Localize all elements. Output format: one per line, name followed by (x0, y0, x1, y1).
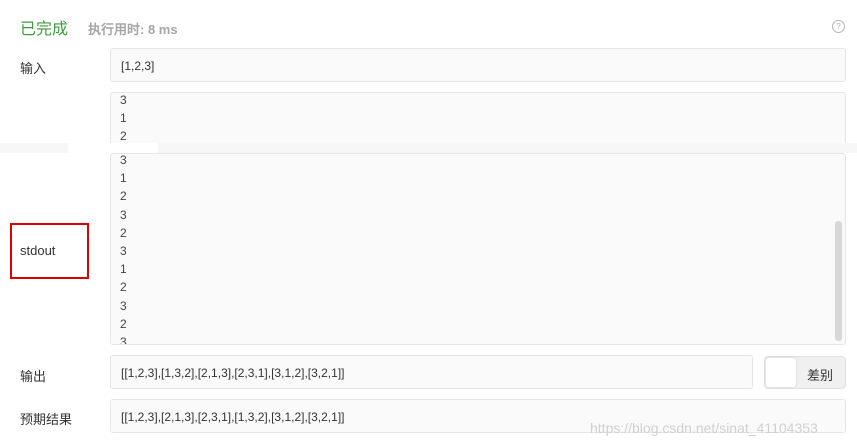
diff-toggle[interactable]: 差别 (764, 356, 846, 389)
stdout-line: 3 (120, 244, 127, 259)
stdout-line: 1 (120, 171, 127, 186)
stdout-lines: 3 1 2 3 2 3 1 2 3 2 3 (120, 153, 127, 345)
stdout-box-top[interactable]: 3 1 2 (110, 92, 846, 144)
stdout-line: 2 (120, 280, 127, 295)
stdout-label: stdout (20, 243, 56, 258)
stdout-box[interactable]: 3 1 2 3 2 3 1 2 3 2 3 (110, 153, 846, 345)
watermark: https://blog.csdn.net/sinat_41104353 (590, 420, 818, 436)
input-label: 输入 (20, 61, 47, 76)
expected-label: 预期结果 (20, 412, 73, 427)
stdout-line: 3 (120, 335, 127, 345)
stdout-line: 2 (120, 316, 127, 331)
stdout-line: 1 (120, 262, 127, 277)
stdout-lines-top: 3 1 2 (120, 91, 127, 146)
question-circle-icon[interactable]: ? (832, 20, 845, 33)
input-value: [1,2,3] (121, 59, 155, 73)
expected-value: [[1,2,3],[2,1,3],[2,3,1],[1,3,2],[3,1,2]… (121, 410, 345, 424)
input-field[interactable]: [1,2,3] (110, 48, 846, 82)
stdout-line: 3 (120, 153, 127, 167)
section-separator (0, 143, 857, 153)
output-value: [[1,2,3],[1,3,2],[2,1,3],[2,3,1],[3,1,2]… (121, 366, 345, 380)
stdout-line: 3 (120, 207, 127, 222)
stdout-line: 3 (120, 298, 127, 313)
stdout-line: 1 (120, 111, 127, 126)
status-text: 已完成 (20, 21, 69, 38)
diff-switch-knob[interactable] (766, 358, 796, 387)
stdout-line: 2 (120, 189, 127, 204)
output-label: 输出 (20, 369, 47, 384)
stdout-line: 2 (120, 225, 127, 240)
stdout-line: 3 (120, 93, 127, 107)
stdout-scrollbar[interactable] (835, 221, 842, 341)
diff-label: 差别 (807, 368, 834, 383)
runtime-text: 执行用时: 8 ms (88, 22, 178, 37)
output-field[interactable]: [[1,2,3],[1,3,2],[2,1,3],[2,3,1],[3,1,2]… (110, 355, 753, 389)
